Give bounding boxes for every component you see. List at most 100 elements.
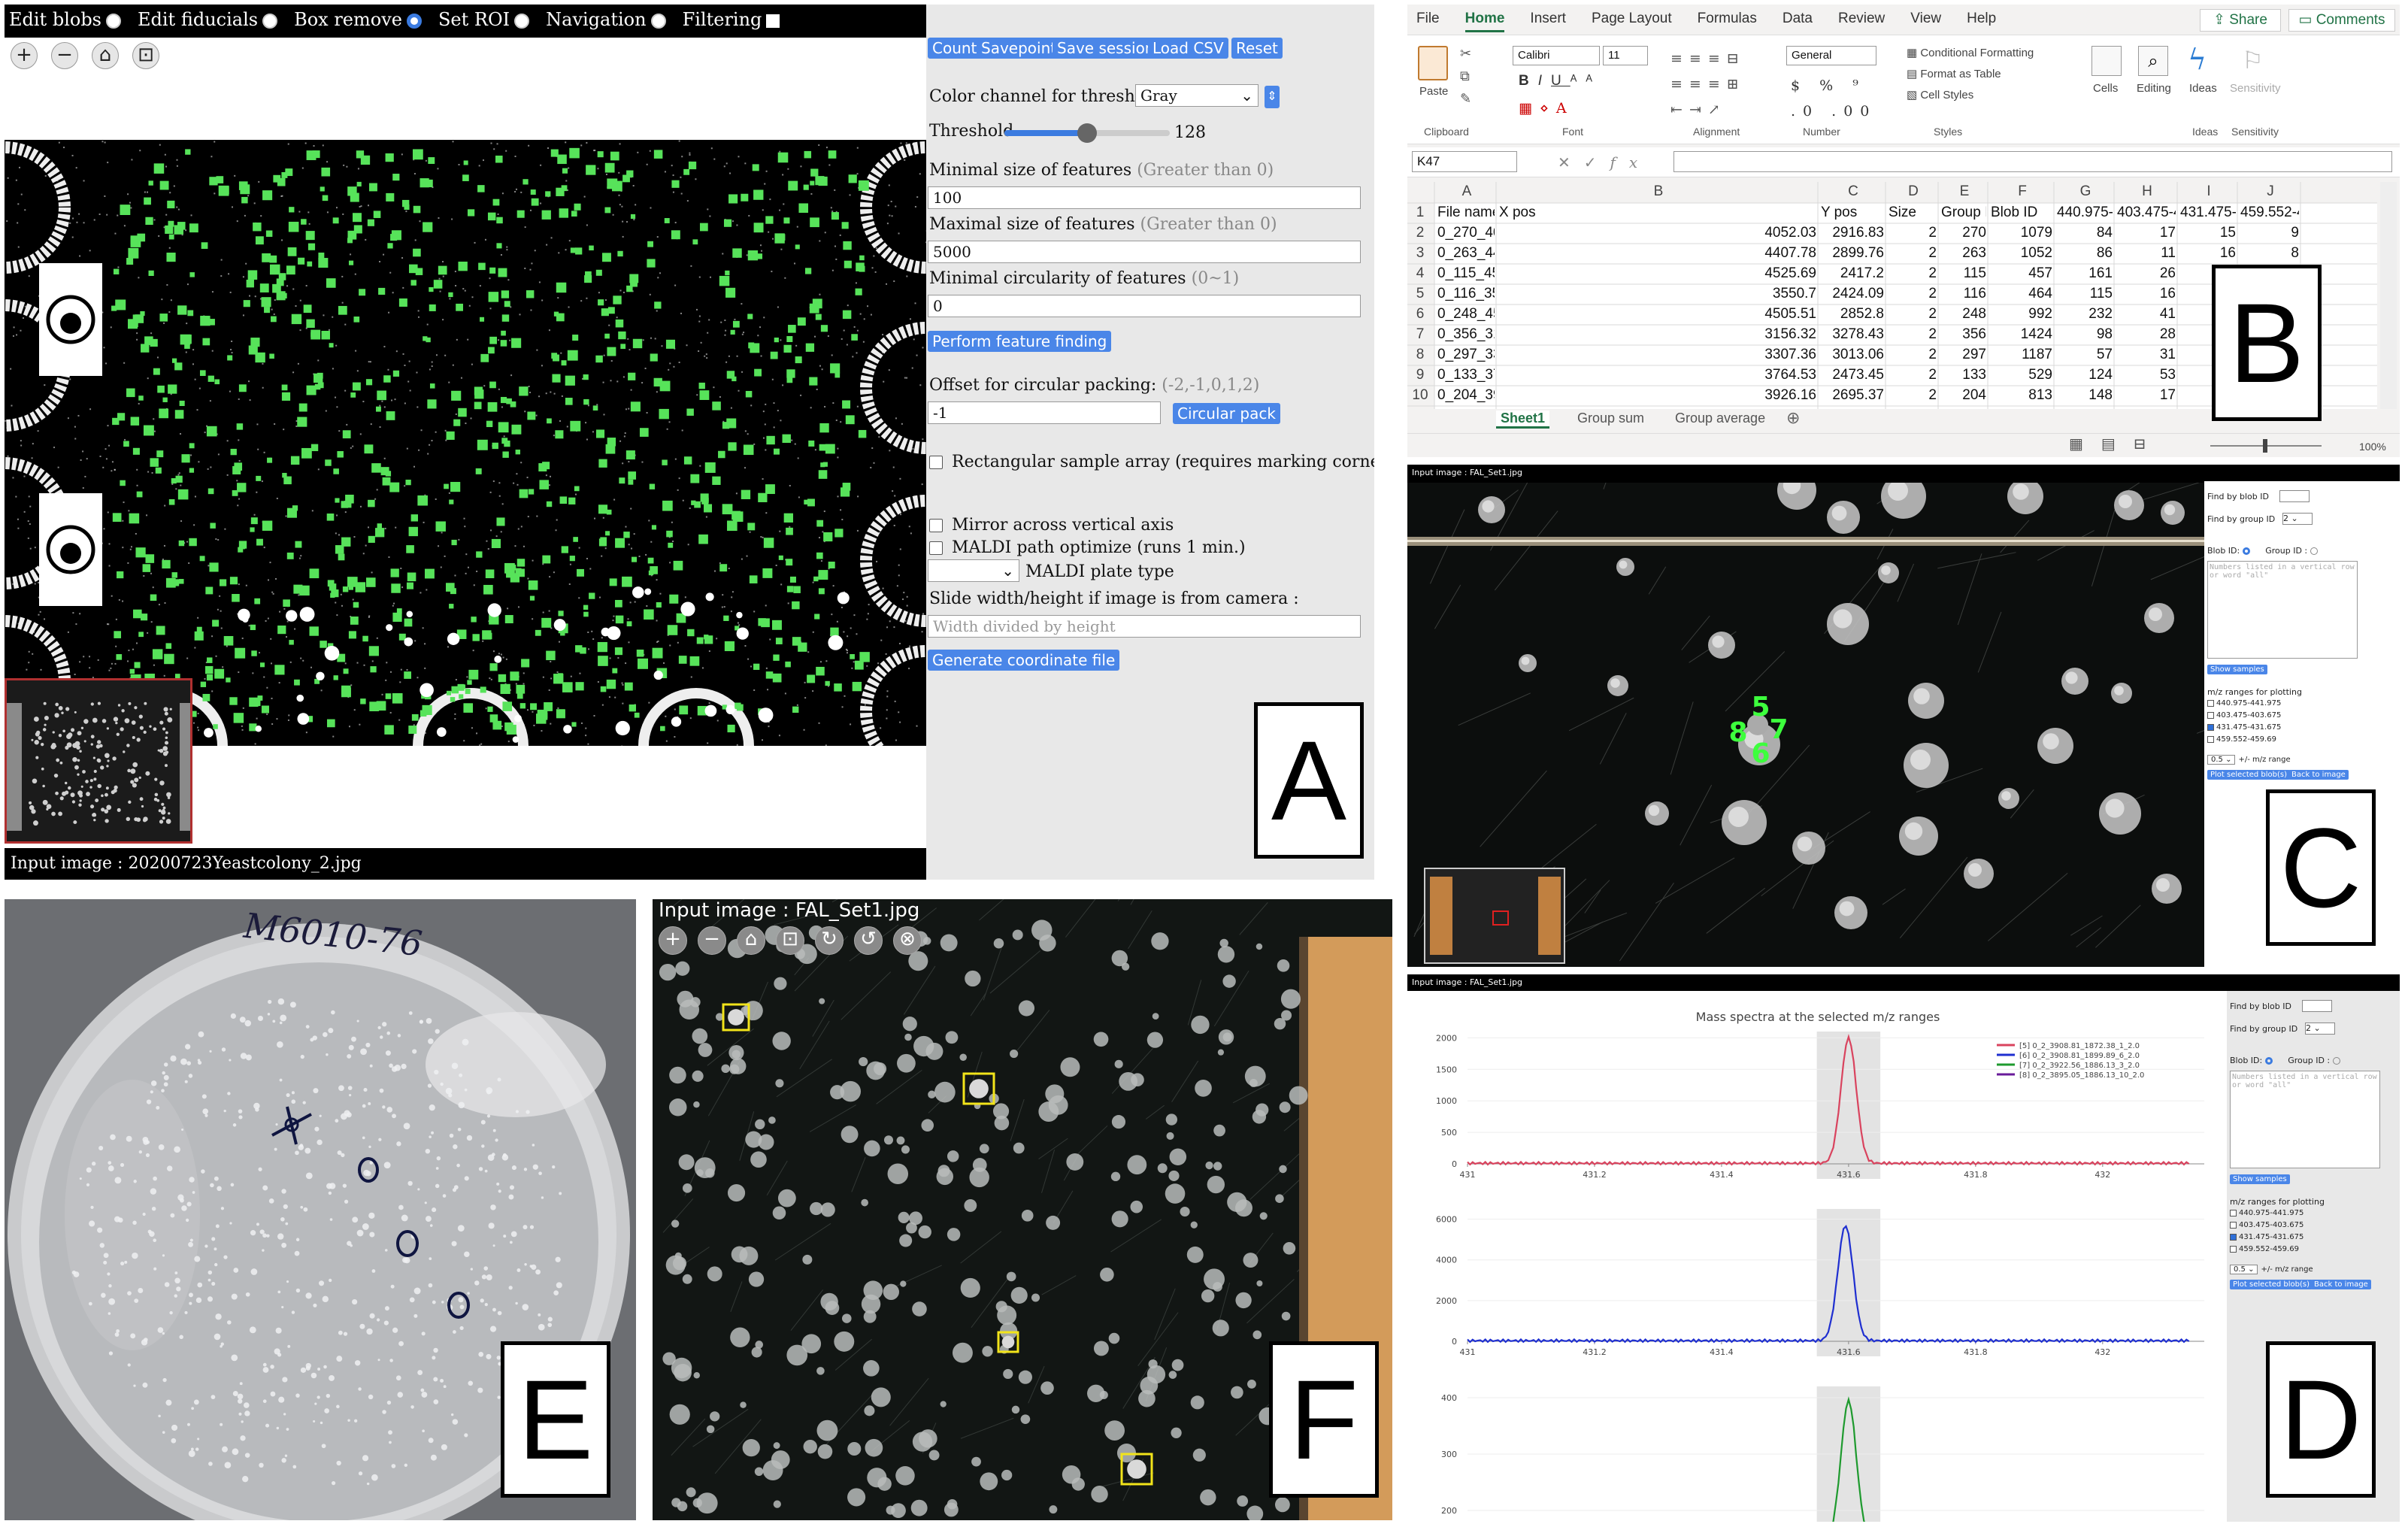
rect-array-checkbox[interactable] bbox=[929, 456, 943, 469]
plot-selected-button[interactable]: Plot selected blob(s) bbox=[2230, 1280, 2313, 1289]
savepoint-button[interactable]: Savepoint bbox=[977, 38, 1062, 59]
row-header[interactable]: 6 bbox=[1409, 306, 1431, 323]
mirror-checkbox[interactable] bbox=[929, 519, 943, 532]
group-id-select[interactable]: 2 ⌄ bbox=[2305, 1023, 2335, 1035]
format-painter-icon[interactable]: ✎ bbox=[1460, 91, 1471, 107]
table-cell[interactable]: 263 bbox=[1941, 245, 1986, 262]
table-cell[interactable]: 3278.43 bbox=[1821, 326, 1884, 343]
view-icons[interactable]: ▦▤⊟ bbox=[2069, 435, 2164, 453]
mz-range-option[interactable]: 431.475-431.675 bbox=[2207, 723, 2281, 732]
range-select[interactable]: 0.5 ⌄ bbox=[2207, 755, 2236, 765]
table-cell[interactable]: 813 bbox=[1991, 387, 2052, 404]
maldi-path-option[interactable]: MALDI path optimize (runs 1 min.) bbox=[929, 538, 1246, 557]
table-cell[interactable]: 2852.8 bbox=[1821, 306, 1884, 323]
column-header[interactable]: A bbox=[1436, 183, 1498, 200]
paste-label[interactable]: Paste bbox=[1419, 85, 1448, 98]
column-header[interactable]: C bbox=[1819, 183, 1887, 200]
share-button[interactable]: ⇪ Share bbox=[2200, 9, 2281, 32]
table-cell[interactable]: 84 bbox=[2057, 225, 2113, 241]
table-cell[interactable]: 57 bbox=[2057, 347, 2113, 363]
table-cell[interactable]: 3926.16 bbox=[1499, 387, 1816, 404]
editing-label[interactable]: Editing bbox=[2137, 82, 2171, 95]
table-cell[interactable]: 204 bbox=[1941, 387, 1986, 404]
ideas-icon[interactable]: ϟ bbox=[2188, 43, 2207, 76]
generate-coordinate-button[interactable]: Generate coordinate file bbox=[928, 650, 1120, 671]
cell-styles[interactable]: ▧ Cell Styles bbox=[1907, 88, 1973, 101]
column-header[interactable]: J bbox=[2239, 183, 2302, 200]
color-channel-select[interactable]: Gray ⌄ bbox=[1135, 84, 1259, 107]
column-header[interactable]: I bbox=[2179, 183, 2239, 200]
table-cell[interactable]: 2417.2 bbox=[1821, 265, 1884, 282]
back-to-image-button[interactable]: Back to image bbox=[2311, 1280, 2371, 1289]
perform-feature-finding-button[interactable]: Perform feature finding bbox=[928, 331, 1112, 352]
search-icon[interactable]: ⌕ bbox=[2138, 46, 2168, 76]
table-cell[interactable]: 3764.53 bbox=[1499, 367, 1816, 383]
column-header[interactable]: D bbox=[1887, 183, 1940, 200]
table-cell[interactable]: 2 bbox=[1889, 245, 1937, 262]
ribbon-tab-home[interactable]: Home bbox=[1464, 11, 1505, 32]
count-button[interactable]: Count bbox=[928, 38, 982, 59]
blob-list-textarea[interactable]: Numbers listed in a vertical row or word… bbox=[2230, 1071, 2380, 1168]
table-cell[interactable]: 31 bbox=[2117, 347, 2176, 363]
threshold-slider-knob[interactable] bbox=[1077, 123, 1097, 143]
add-sheet-icon[interactable]: ⊕ bbox=[1786, 409, 1800, 428]
table-cell[interactable]: 16 bbox=[2180, 245, 2236, 262]
mz-range-option[interactable]: 403.475-403.675 bbox=[2207, 711, 2281, 720]
mz-checkbox-checked[interactable] bbox=[2230, 1233, 2237, 1241]
save-session-button[interactable]: Save session bbox=[1053, 38, 1159, 59]
threshold-slider[interactable] bbox=[1004, 123, 1170, 143]
ideas-label[interactable]: Ideas bbox=[2189, 82, 2217, 95]
fit-view-icon[interactable]: ⊡ bbox=[132, 42, 159, 69]
min-circularity-input[interactable]: 0 bbox=[928, 295, 1361, 317]
navigation-thumbnail[interactable] bbox=[1424, 868, 1565, 964]
column-header[interactable]: B bbox=[1498, 183, 1819, 200]
mode-radio-selected[interactable] bbox=[406, 13, 422, 29]
table-cell[interactable]: 2424.09 bbox=[1821, 286, 1884, 302]
mirror-option[interactable]: Mirror across vertical axis bbox=[929, 516, 1174, 535]
header-cell[interactable]: 459.552-45 bbox=[2240, 205, 2299, 221]
table-cell[interactable]: 1079 bbox=[1991, 225, 2052, 241]
row-header[interactable]: 3 bbox=[1409, 245, 1431, 262]
table-cell[interactable]: 115 bbox=[2057, 286, 2113, 302]
blob-id-radio[interactable] bbox=[2265, 1057, 2273, 1065]
row-header[interactable]: 5 bbox=[1409, 286, 1431, 302]
mz-checkbox[interactable] bbox=[2230, 1209, 2237, 1216]
cut-icon[interactable]: ✂ bbox=[1460, 46, 1471, 62]
ribbon-tab-data[interactable]: Data bbox=[1783, 11, 1813, 32]
format-as-table[interactable]: ▤ Format as Table bbox=[1907, 67, 2001, 80]
number-format-box[interactable]: General bbox=[1786, 46, 1876, 65]
table-cell[interactable]: 17 bbox=[2117, 387, 2176, 404]
mz-checkbox[interactable] bbox=[2207, 699, 2214, 707]
table-cell[interactable]: 297 bbox=[1941, 347, 1986, 363]
table-cell[interactable]: 4505.51 bbox=[1499, 306, 1816, 323]
name-box[interactable]: K47 bbox=[1412, 151, 1517, 172]
ribbon-tab-view[interactable]: View bbox=[1910, 11, 1941, 32]
table-cell[interactable]: 15 bbox=[2180, 225, 2236, 241]
table-cell[interactable]: 2916.83 bbox=[1821, 225, 1884, 241]
table-cell[interactable]: 98 bbox=[2057, 326, 2113, 343]
table-cell[interactable]: 115 bbox=[1941, 265, 1986, 282]
group-id-select[interactable]: 2 ⌄ bbox=[2282, 513, 2313, 525]
range-select[interactable]: 0.5 ⌄ bbox=[2230, 1265, 2258, 1274]
table-cell[interactable]: 0_356_3156.32_3278.43_7_2.0 bbox=[1437, 326, 1495, 343]
table-cell[interactable]: 0_263_4407.78_2899.76_6_2.0 bbox=[1437, 245, 1495, 262]
header-cell[interactable]: X pos bbox=[1499, 205, 1816, 221]
mode-option[interactable]: Navigation bbox=[546, 9, 666, 33]
header-cell[interactable]: 431.475-4 bbox=[2180, 205, 2236, 221]
column-header[interactable]: G bbox=[2055, 183, 2116, 200]
reset-button[interactable]: Reset bbox=[1231, 38, 1283, 59]
table-cell[interactable]: 529 bbox=[1991, 367, 2052, 383]
table-cell[interactable]: 161 bbox=[2057, 265, 2113, 282]
zoom-slider-knob[interactable] bbox=[2263, 439, 2267, 453]
copy-icon[interactable]: ⧉ bbox=[1460, 68, 1470, 84]
blob-id-radio[interactable] bbox=[2243, 547, 2251, 555]
table-cell[interactable]: 3307.36 bbox=[1499, 347, 1816, 363]
ribbon-tab-help[interactable]: Help bbox=[1967, 11, 1996, 32]
mz-range-option[interactable]: 440.975-441.975 bbox=[2230, 1209, 2304, 1217]
ribbon-tab-insert[interactable]: Insert bbox=[1530, 11, 1566, 32]
sort-icon[interactable]: ⇕ bbox=[1265, 86, 1280, 108]
ribbon-tab-review[interactable]: Review bbox=[1838, 11, 1885, 32]
paste-icon[interactable] bbox=[1418, 46, 1448, 80]
header-cell[interactable]: Size bbox=[1889, 205, 1937, 221]
table-cell[interactable]: 2 bbox=[1889, 387, 1937, 404]
